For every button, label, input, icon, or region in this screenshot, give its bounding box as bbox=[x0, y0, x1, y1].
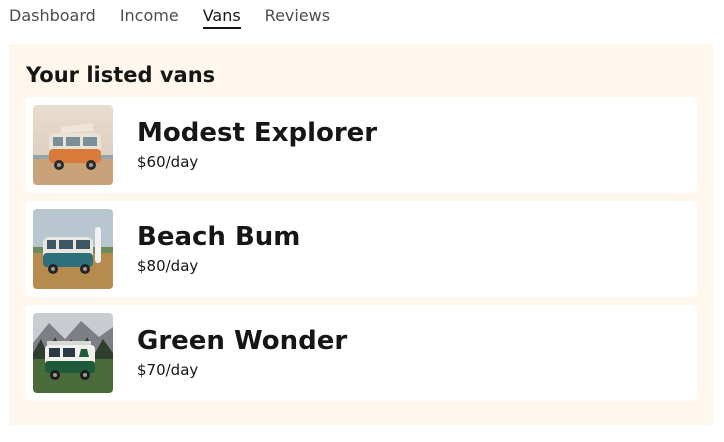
nav-income[interactable]: Income bbox=[120, 6, 179, 29]
van-image bbox=[33, 313, 113, 393]
van-card-green-wonder[interactable]: Green Wonder $70/day bbox=[25, 305, 697, 401]
van-name: Green Wonder bbox=[137, 326, 348, 356]
van-price: $70/day bbox=[137, 361, 199, 379]
nav-reviews[interactable]: Reviews bbox=[265, 6, 330, 29]
listed-vans-panel: Your listed vans Modest Explorer $60/day… bbox=[9, 44, 713, 425]
van-name: Modest Explorer bbox=[137, 118, 378, 148]
nav-dashboard[interactable]: Dashboard bbox=[9, 6, 96, 29]
van-price: $80/day bbox=[137, 257, 199, 275]
orange-camper-van-photo-icon bbox=[33, 105, 113, 185]
van-card-modest-explorer[interactable]: Modest Explorer $60/day bbox=[25, 97, 697, 193]
nav-vans[interactable]: Vans bbox=[202, 6, 241, 29]
van-image bbox=[33, 209, 113, 289]
page-title: Your listed vans bbox=[26, 63, 216, 87]
host-nav: Dashboard Income Vans Reviews bbox=[9, 6, 330, 30]
van-price: $60/day bbox=[137, 153, 199, 171]
teal-camper-van-photo-icon bbox=[33, 209, 113, 289]
green-camper-van-photo-icon bbox=[33, 313, 113, 393]
van-card-beach-bum[interactable]: Beach Bum $80/day bbox=[25, 201, 697, 297]
van-name: Beach Bum bbox=[137, 222, 301, 252]
van-image bbox=[33, 105, 113, 185]
